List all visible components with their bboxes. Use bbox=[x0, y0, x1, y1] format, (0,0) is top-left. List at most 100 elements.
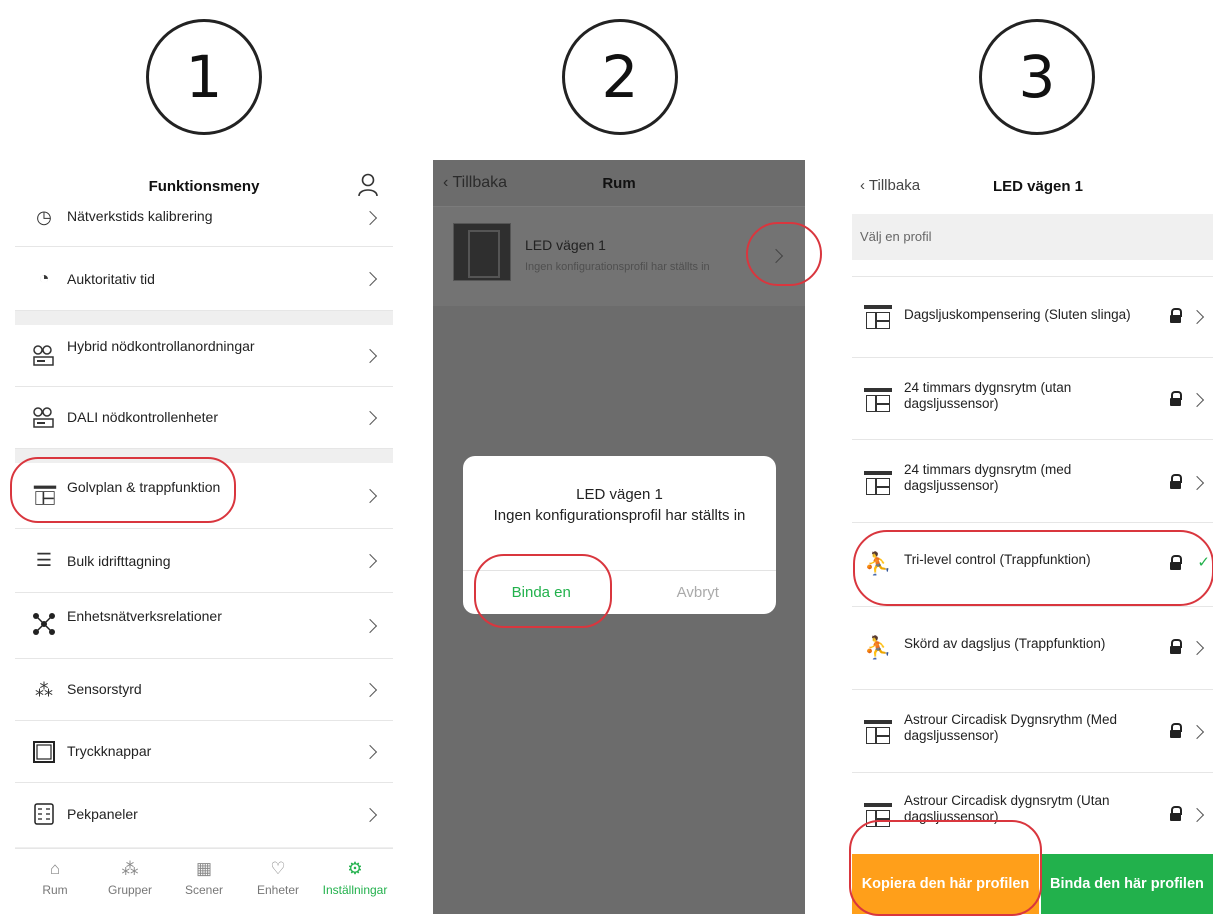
tab-label: Inställningar bbox=[322, 883, 388, 897]
profile-label: Skörd av dagsljus (Trappfunktion) bbox=[904, 636, 1106, 651]
chevron-right-icon bbox=[362, 410, 378, 426]
menu-item-label: Nätverkstids kalibrering bbox=[67, 208, 213, 224]
profile-row[interactable]: 24 timmars dygnsrytm (utan dagsljussenso… bbox=[852, 358, 1213, 440]
page-title: LED vägen 1 bbox=[993, 178, 1084, 195]
scenes-icon: ▦ bbox=[195, 859, 213, 878]
profile-select-screen: ‹ Tillbaka LED vägen 1 Välj en profil Da… bbox=[852, 160, 1213, 914]
tab-rooms[interactable]: ⌂ Rum bbox=[20, 859, 90, 897]
copy-profile-button[interactable]: Kopiera den här profilen bbox=[852, 854, 1039, 914]
menu-item-pushbuttons[interactable]: Tryckknappar bbox=[15, 721, 393, 783]
tab-settings[interactable]: ⚙ Inställningar bbox=[315, 859, 393, 897]
menu-item-label: Auktoritativ tid bbox=[67, 271, 155, 287]
lock-icon bbox=[1170, 474, 1182, 490]
profile-row[interactable]: Dagsljuskompensering (Sluten slinga) bbox=[852, 276, 1213, 358]
checkmark-icon: ✓ bbox=[1197, 554, 1210, 571]
profile-row[interactable]: ⛹ Skörd av dagsljus (Trappfunktion) bbox=[852, 607, 1213, 690]
section-divider bbox=[15, 311, 393, 325]
menu-item-label: Golvplan & trappfunktion bbox=[67, 479, 221, 495]
bottom-tab-bar: ⌂ Rum ⁂ Grupper ▦ Scener ♡ Enheter ⚙ Inställn… bbox=[15, 848, 393, 914]
clock-icon: ◷ bbox=[36, 206, 52, 227]
home-icon: ⌂ bbox=[49, 859, 61, 878]
profile-label: Dagsljuskompensering (Sluten slinga) bbox=[904, 307, 1131, 322]
cancel-button[interactable]: Avbryt bbox=[620, 570, 777, 614]
chevron-right-icon bbox=[362, 488, 378, 504]
chevron-right-icon bbox=[362, 348, 378, 364]
function-menu-screen: Funktionsmeny ◷ Nätverkstids kalibrering… bbox=[15, 160, 393, 914]
menu-item-bulk-commissioning[interactable]: ☰ Bulk idrifttagning bbox=[15, 529, 393, 593]
user-icon[interactable] bbox=[357, 173, 379, 197]
page-title: Funktionsmeny bbox=[148, 178, 260, 195]
menu-item-floorplan-stairs[interactable]: Golvplan & trappfunktion bbox=[15, 463, 393, 529]
chevron-right-icon bbox=[1189, 392, 1205, 408]
menu-item-network-relations[interactable]: Enhetsnätverksrelationer bbox=[15, 593, 393, 659]
emergency-control-icon bbox=[33, 345, 54, 366]
menu-item-network-time[interactable]: ◷ Nätverkstids kalibrering bbox=[15, 200, 393, 247]
profile-row[interactable]: Astrour Circadisk Dygnsrythm (Med dagslj… bbox=[852, 690, 1213, 773]
lock-icon bbox=[1170, 308, 1182, 324]
tab-label: Enheter bbox=[256, 883, 300, 897]
floorplan-icon bbox=[864, 388, 892, 414]
bind-profile-dialog: LED vägen 1 Ingen konfigurationsprofil h… bbox=[463, 456, 776, 614]
bind-one-button[interactable]: Binda en bbox=[463, 570, 620, 614]
menu-item-touch-panels[interactable]: Pekpaneler bbox=[15, 783, 393, 847]
floorplan-icon bbox=[864, 720, 892, 746]
menu-item-hybrid-emergency[interactable]: Hybrid nödkontrollanordningar bbox=[15, 325, 393, 387]
profile-row[interactable]: 24 timmars dygnsrytm (med dagsljussensor… bbox=[852, 440, 1213, 523]
tab-scenes[interactable]: ▦ Scener bbox=[169, 859, 239, 897]
chevron-right-icon bbox=[362, 682, 378, 698]
chevron-right-icon bbox=[1189, 807, 1205, 823]
hint-text: Välj en profil bbox=[860, 229, 932, 244]
rooms-screen: ‹ Tillbaka Rum LED vägen 1 Ingen konfigu… bbox=[433, 160, 805, 914]
floorplan-icon bbox=[864, 471, 892, 497]
room-name: LED vägen 1 bbox=[525, 237, 606, 253]
room-thumbnail bbox=[453, 223, 511, 281]
menu-item-label: Enhetsnätverksrelationer bbox=[67, 608, 222, 624]
profile-label: Astrour Circadisk Dygnsrythm (Med dagslj… bbox=[904, 712, 1118, 743]
chevron-right-icon bbox=[1189, 640, 1205, 656]
back-label: Tillbaka bbox=[868, 177, 921, 194]
stairs-icon: ⛹ bbox=[864, 635, 892, 660]
page-title: Rum bbox=[602, 175, 636, 192]
groups-icon: ⁂ bbox=[121, 859, 139, 878]
dialog-message: Ingen konfigurationsprofil har ställts i… bbox=[493, 507, 746, 524]
profile-row[interactable]: Astrour Circadisk dygnsrytm (Utan dagslj… bbox=[852, 773, 1213, 855]
room-status: Ingen konfigurationsprofil har ställts i… bbox=[525, 261, 710, 273]
step-number-1: 1 bbox=[146, 19, 262, 135]
tab-label: Scener bbox=[184, 883, 224, 897]
profile-row-selected[interactable]: ⛹ Tri-level control (Trappfunktion) ✓ bbox=[852, 523, 1213, 607]
menu-item-dali-emergency[interactable]: DALI nödkontrollenheter bbox=[15, 387, 393, 449]
chevron-right-icon bbox=[1189, 724, 1205, 740]
floorplan-icon bbox=[864, 803, 892, 829]
bind-profile-button[interactable]: Binda den här profilen bbox=[1041, 854, 1213, 914]
chevron-right-icon bbox=[362, 271, 378, 287]
profile-label: 24 timmars dygnsrytm (utan dagsljussenso… bbox=[904, 380, 1072, 411]
room-card[interactable]: LED vägen 1 Ingen konfigurationsprofil h… bbox=[433, 206, 805, 306]
menu-item-authoritative-time[interactable]: ◔ Auktoritativ tid bbox=[15, 247, 393, 311]
floorplan-icon bbox=[864, 305, 892, 331]
bottom-actions: Kopiera den här profilen Binda den här p… bbox=[852, 854, 1213, 914]
chevron-right-icon bbox=[362, 744, 378, 760]
profile-hint-bar: Välj en profil bbox=[852, 214, 1213, 260]
chevron-right-icon bbox=[362, 210, 378, 226]
menu-item-sensor-controlled[interactable]: ⁂ Sensorstyrd bbox=[15, 659, 393, 721]
tab-groups[interactable]: ⁂ Grupper bbox=[95, 859, 165, 897]
lock-icon bbox=[1170, 391, 1182, 407]
clock-plus-icon: ◔ bbox=[38, 267, 50, 288]
menu-item-label: Tryckknappar bbox=[67, 743, 152, 759]
touchpanel-icon bbox=[34, 803, 54, 825]
chevron-left-icon: ‹ bbox=[860, 177, 869, 194]
profile-label: Tri-level control (Trappfunktion) bbox=[904, 552, 1091, 567]
dialog-title: LED vägen 1 bbox=[576, 486, 663, 503]
bulb-icon: ♡ bbox=[270, 859, 286, 878]
bulk-settings-icon: ☰ bbox=[35, 549, 53, 570]
lock-icon bbox=[1170, 639, 1182, 655]
header: ‹ Tillbaka Rum bbox=[433, 160, 805, 206]
sensor-icon: ⁂ bbox=[35, 679, 53, 700]
chevron-right-icon bbox=[1189, 309, 1205, 325]
lock-icon bbox=[1170, 723, 1182, 739]
chevron-right-icon bbox=[362, 807, 378, 823]
chevron-right-icon[interactable] bbox=[768, 248, 784, 264]
chevron-right-icon bbox=[1189, 475, 1205, 491]
tab-devices[interactable]: ♡ Enheter bbox=[243, 859, 313, 897]
back-button[interactable]: ‹ Tillbaka bbox=[860, 177, 920, 194]
